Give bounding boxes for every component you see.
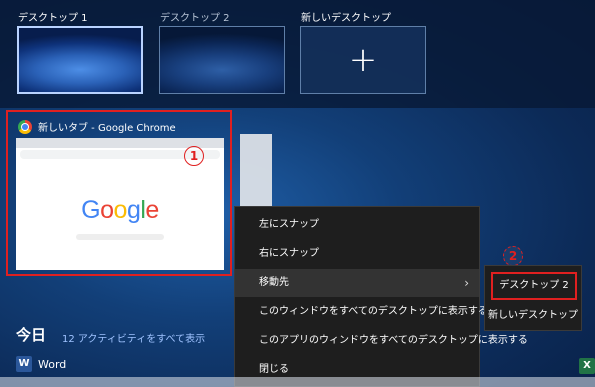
desktop-1-label: デスクトップ 1 — [18, 13, 88, 24]
submenu-desktop-2[interactable]: デスクトップ 2 — [491, 272, 577, 300]
excel-icon: X — [579, 358, 595, 374]
google-logo: Google — [81, 196, 159, 224]
context-menu: 左にスナップ 右にスナップ 移動先 › このウィンドウをすべてのデスクトップに表… — [234, 206, 528, 387]
window-title: 新しいタブ - Google Chrome — [18, 119, 176, 134]
menu-snap-left[interactable]: 左にスナップ — [235, 211, 479, 239]
timeline-app-row[interactable]: W Word — [16, 356, 66, 372]
search-box — [76, 234, 164, 240]
menu-show-window-all[interactable]: このウィンドウをすべてのデスクトップに表示する — [235, 298, 488, 326]
plus-icon: + — [348, 40, 378, 80]
chrome-icon — [18, 119, 32, 134]
activity-strip — [0, 377, 595, 387]
desktop-2-thumbnail[interactable] — [159, 26, 285, 94]
move-to-submenu: デスクトップ 2 新しいデスクトップ — [484, 265, 582, 331]
desktop-1-thumbnail[interactable] — [17, 26, 143, 94]
chevron-right-icon: › — [464, 276, 469, 290]
desktop-2-label: デスクトップ 2 — [160, 13, 230, 24]
word-icon: W — [16, 356, 32, 372]
menu-show-app-all[interactable]: このアプリのウィンドウをすべてのデスクトップに表示する — [235, 327, 528, 355]
wallpaper — [160, 27, 284, 93]
chrome-window-card[interactable]: 新しいタブ - Google Chrome Google — [6, 110, 232, 276]
menu-move-to[interactable]: 移動先 › — [235, 269, 479, 297]
menu-move-to-label: 移動先 — [259, 277, 289, 288]
timeline-title: 今日 — [16, 326, 47, 344]
timeline-app-label: Word — [38, 357, 67, 371]
show-all-activities-link[interactable]: 12 アクティビティをすべて表示 — [62, 330, 205, 345]
new-desktop-button[interactable]: + — [300, 26, 426, 94]
submenu-new-desktop[interactable]: 新しいデスクトップ — [485, 302, 581, 330]
annotation-badge-2: 2 — [503, 246, 523, 266]
new-desktop-label: 新しいデスクトップ — [301, 13, 391, 24]
window-title-text: 新しいタブ - Google Chrome — [38, 123, 176, 134]
desktop-bar: デスクトップ 1 デスクトップ 2 新しいデスクトップ + — [0, 0, 595, 108]
wallpaper — [19, 28, 141, 92]
menu-snap-right[interactable]: 右にスナップ — [235, 240, 479, 268]
annotation-badge-1: 1 — [184, 146, 204, 166]
